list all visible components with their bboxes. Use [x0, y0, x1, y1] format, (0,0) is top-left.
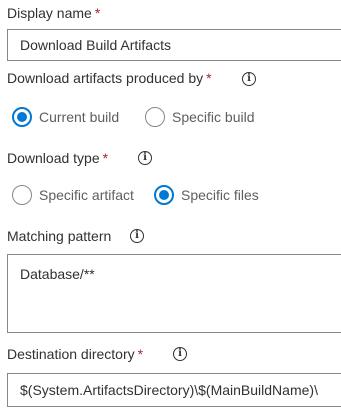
radio-specific-artifact[interactable]: Specific artifact [12, 185, 134, 205]
download-type-label: Download type * [7, 150, 108, 166]
radio-button-checked[interactable] [12, 107, 32, 127]
radio-button-checked[interactable] [154, 185, 174, 205]
radio-specific-build[interactable]: Specific build [145, 107, 255, 127]
display-name-label: Display name * [7, 5, 100, 21]
radio-label-current-build: Current build [39, 109, 120, 125]
matching-pattern-label-text: Matching pattern [7, 228, 112, 244]
matching-pattern-textarea[interactable]: Database/** [7, 254, 341, 333]
radio-current-build[interactable]: Current build [12, 107, 119, 127]
radio-specific-files[interactable]: Specific files [154, 185, 259, 205]
matching-pattern-label: Matching pattern [7, 228, 111, 244]
radio-button-unchecked[interactable] [12, 185, 32, 205]
info-icon[interactable]: i [138, 151, 152, 165]
download-artifacts-label-text: Download artifacts produced by [7, 70, 204, 86]
download-artifacts-label: Download artifacts produced by * [7, 70, 212, 86]
required-marker: * [102, 150, 109, 166]
required-marker: * [137, 346, 144, 362]
radio-label-specific-build: Specific build [172, 109, 255, 125]
radio-label-specific-files: Specific files [181, 187, 259, 203]
required-marker: * [94, 5, 101, 21]
info-icon[interactable]: i [130, 229, 144, 243]
display-name-label-text: Display name [7, 5, 92, 21]
destination-directory-input[interactable]: $(System.ArtifactsDirectory)\$(MainBuild… [7, 373, 341, 407]
display-name-input[interactable]: Download Build Artifacts [7, 29, 341, 61]
required-marker: * [206, 70, 212, 86]
radio-button-unchecked[interactable] [145, 107, 165, 127]
destination-directory-label: Destination directory * [7, 346, 143, 362]
info-icon[interactable]: i [242, 72, 256, 86]
info-icon[interactable]: i [173, 347, 187, 361]
download-type-label-text: Download type [7, 150, 100, 166]
destination-directory-label-text: Destination directory [7, 346, 135, 362]
radio-label-specific-artifact: Specific artifact [39, 187, 134, 203]
